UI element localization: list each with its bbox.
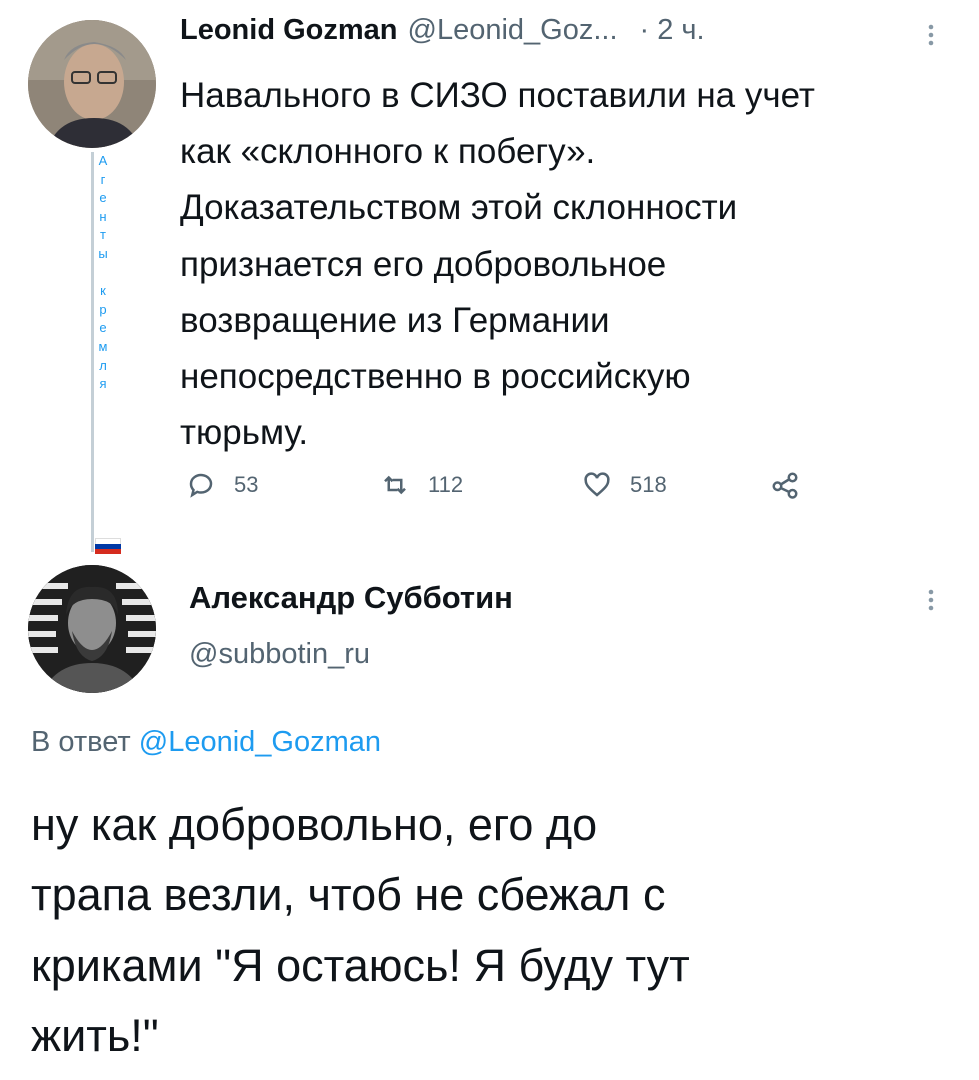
label-letter: к	[100, 283, 106, 299]
russian-flag-icon	[95, 538, 121, 554]
label-letter: ы	[98, 245, 108, 261]
tweet1-text: Навального в СИЗО поставили на учет как «…	[180, 68, 960, 461]
label-letter: л	[99, 357, 107, 373]
retweet-button[interactable]: 112	[380, 470, 463, 500]
like-icon	[584, 472, 610, 497]
reply-button[interactable]: 53	[186, 470, 258, 500]
text-line: криками "Я остаюсь! Я буду тут	[31, 939, 690, 991]
timestamp[interactable]: · 2 ч.	[640, 14, 705, 47]
share-button[interactable]	[770, 470, 800, 500]
label-letter: е	[99, 190, 107, 206]
reply-prefix: В ответ	[31, 726, 131, 758]
display-name[interactable]: Leonid Gozman	[180, 14, 398, 47]
tweet2-handle[interactable]: @subbotin_ru	[189, 638, 370, 671]
text-line: Доказательством этой склонности	[180, 188, 738, 228]
retweet-count: 112	[428, 472, 464, 497]
label-letter: А	[98, 153, 108, 168]
tweet1-header: Leonid Gozman @Leonid_Goz... · 2 ч.	[180, 14, 940, 54]
label-letter: м	[98, 338, 108, 354]
like-button[interactable]: 518	[582, 470, 667, 500]
reply-to-link[interactable]: @Leonid_Gozman	[139, 726, 381, 758]
like-count: 518	[630, 472, 667, 497]
text-line: Навального в СИЗО поставили на учет	[180, 76, 815, 115]
text-line: жить!"	[31, 1009, 159, 1061]
reply-icon	[189, 473, 213, 498]
text-line: возвращение из Германии	[180, 300, 610, 340]
avatar-photo	[28, 565, 156, 693]
text-line: непосредственно в российскую	[180, 357, 691, 397]
label-letter: т	[100, 227, 106, 243]
label-letter: я	[99, 376, 107, 392]
retweet-icon	[384, 475, 406, 495]
text-line: ну как добровольно, его до	[31, 799, 598, 850]
tweet2-display-name[interactable]: Александр Субботин	[189, 580, 513, 616]
text-line: трапа везли, чтоб не сбежал с	[31, 869, 666, 921]
label-letter: г	[100, 171, 106, 187]
text-line: как «склонного к побегу».	[180, 132, 596, 172]
avatar-subbotin[interactable]	[28, 565, 156, 693]
text-line: признается его добровольное	[180, 244, 667, 284]
text-line: тюрьму.	[180, 413, 309, 453]
share-icon	[772, 472, 798, 499]
thread-line	[91, 152, 94, 552]
tweet1-actions: 53 112 518	[186, 468, 826, 508]
more-icon[interactable]	[926, 24, 936, 46]
avatar-leonid-gozman[interactable]	[28, 20, 156, 148]
more-icon[interactable]	[926, 589, 936, 611]
label-letter: е	[99, 320, 107, 336]
label-letter	[95, 264, 111, 283]
tweet2-text: ну как добровольно, его до трапа везли, ч…	[31, 790, 961, 1071]
reply-context: В ответ @Leonid_Gozman	[31, 726, 381, 759]
label-letter: р	[99, 301, 107, 317]
reply-count: 53	[234, 472, 259, 497]
handle[interactable]: @Leonid_Goz...	[408, 14, 618, 47]
label-letter: н	[99, 208, 107, 224]
avatar-photo	[28, 20, 156, 148]
vertical-label: Агенты кремля	[95, 152, 111, 394]
